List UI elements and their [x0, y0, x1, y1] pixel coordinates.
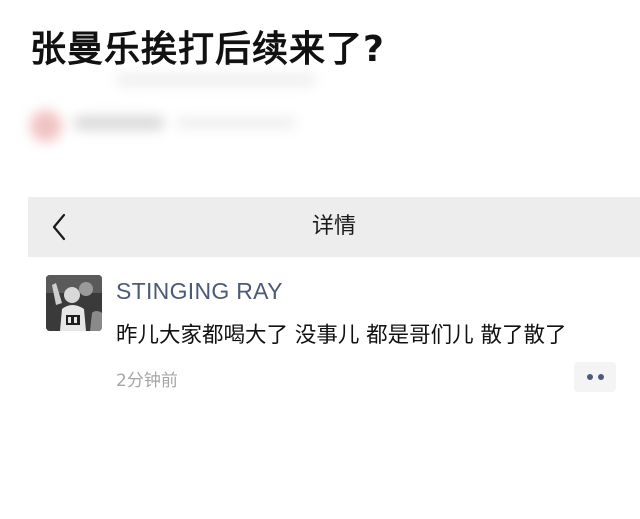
blurred-author-name	[74, 116, 164, 130]
blurred-author-avatar	[30, 110, 62, 142]
blurred-author-info	[176, 118, 296, 128]
comment-item: STINGING RAY 昨儿大家都喝大了 没事儿 都是哥们儿 散了散了 2分钟…	[28, 260, 640, 400]
blurred-line	[116, 74, 316, 86]
comment-username[interactable]: STINGING RAY	[116, 278, 283, 305]
more-options-button[interactable]	[574, 362, 616, 392]
comment-text: 昨儿大家都喝大了 没事儿 都是哥们儿 散了散了	[116, 323, 567, 348]
comment-timestamp: 2分钟前	[116, 371, 178, 391]
user-avatar[interactable]	[46, 275, 102, 331]
blurred-author-meta	[26, 74, 326, 148]
detail-nav-bar: 详情	[28, 197, 640, 257]
nav-title: 详情	[311, 214, 356, 239]
user-avatar-photo	[46, 275, 102, 331]
chevron-left-icon	[52, 213, 66, 241]
back-button[interactable]	[44, 209, 74, 245]
more-dots-icon	[586, 374, 593, 380]
article-headline: 张曼乐挨打后续来了?	[30, 29, 385, 70]
more-dots-icon	[597, 374, 604, 380]
